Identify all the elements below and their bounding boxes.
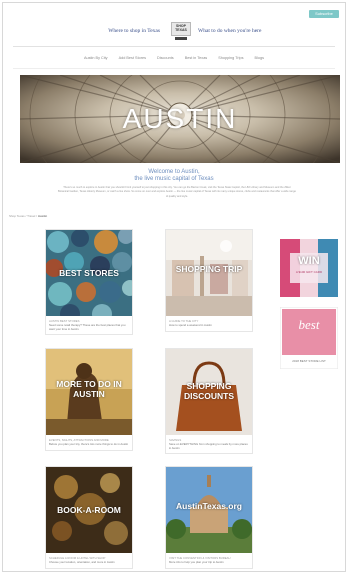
card-image[interactable]: MORE TO DO IN AUSTIN: [46, 349, 132, 435]
nav-item-austin-by-city[interactable]: Austin By City: [84, 56, 108, 66]
nav-item-discounts[interactable]: Discounts: [157, 56, 174, 66]
page-frame: Subscribe Where to shop in Texas SHOP TE…: [2, 2, 346, 572]
ad-title: WIN: [298, 255, 320, 267]
card-overlay-title: AustinTexas.org: [176, 501, 242, 511]
breadcrumb-current: Austin: [37, 214, 48, 218]
site-logo[interactable]: SHOP TEXAS: [169, 21, 193, 41]
header-divider: [13, 46, 335, 47]
ad-title: best: [298, 317, 320, 332]
card-description: Save on EVERYTHING from shopping to meal…: [169, 442, 248, 450]
nav-item-add-best-stores[interactable]: Add Best Stores: [119, 56, 146, 66]
tagline-right: What to do when you're here: [198, 28, 262, 34]
logo-text: SHOP TEXAS: [175, 24, 187, 32]
tagline-left: Where to shop in Texas: [108, 28, 160, 34]
sidebar-ad-giveaway[interactable]: WIN A $100 GIFT CARD: [280, 239, 338, 297]
card-image[interactable]: SHOPPING DISCOUNTS: [166, 349, 252, 435]
nav-item-blogs[interactable]: Blogs: [255, 56, 265, 66]
card-description: Need some retail therapy? These are the …: [49, 323, 126, 331]
card-overlay-title: BOOK-A-ROOM: [57, 505, 121, 515]
welcome-heading: Welcome to Austin, the live music capita…: [3, 169, 345, 183]
breadcrumb-path[interactable]: Shop Texas / Travel /: [9, 214, 37, 218]
hero-title: AUSTIN: [122, 103, 238, 134]
breadcrumb: Shop Texas / Travel / Austin: [9, 214, 47, 218]
card-description: Choose your location, orientation, and m…: [49, 560, 115, 564]
card-shopping-discounts[interactable]: SHOPPING DISCOUNTS SAVINGS Save on EVERY…: [165, 348, 253, 454]
card-description: Before you plan your trip, there's lots …: [49, 442, 129, 446]
card-book-a-room[interactable]: BOOK-A-ROOM SCHEDULE A ROOM & HOTEL WITH…: [45, 466, 133, 569]
ad-subtitle: A $100 GIFT CARD: [295, 270, 323, 274]
card-shopping-trip[interactable]: SHOPPING TRIP A GUIDE TO THE CITY How to…: [165, 229, 253, 332]
card-image[interactable]: SHOPPING TRIP: [166, 230, 252, 316]
ad-subtitle: 2018 BEST STORE LIST: [292, 359, 326, 363]
card-image[interactable]: AustinTexas.org: [166, 467, 252, 553]
nav-item-best-in-texas[interactable]: Best in Texas: [185, 56, 208, 66]
brand-header: Where to shop in Texas SHOP TEXAS What t…: [3, 21, 345, 41]
card-more-to-do[interactable]: MORE TO DO IN AUSTIN EVENTS, SIGHTS, ATT…: [45, 348, 133, 451]
card-overlay-title: SHOPPING TRIP: [175, 264, 243, 274]
subscribe-button[interactable]: Subscribe: [309, 10, 339, 18]
card-image[interactable]: BOOK-A-ROOM: [46, 467, 132, 553]
sidebar-ad-best-list[interactable]: best 2018 BEST STORE LIST: [280, 307, 338, 369]
card-austintexas-org[interactable]: AustinTexas.org VISIT THE CONVENTION & V…: [165, 466, 253, 569]
welcome-line-2: the live music capital of Texas: [134, 176, 214, 182]
hero-banner: AUSTIN: [20, 75, 340, 163]
card-image[interactable]: BEST STORES: [46, 230, 132, 316]
nav-divider: [13, 68, 335, 69]
card-overlay-title: MORE TO DO IN AUSTIN: [56, 379, 122, 399]
nav-item-shopping-trips[interactable]: Shopping Trips: [218, 56, 243, 66]
intro-paragraph: There's so much to explore in Austin tha…: [58, 186, 296, 198]
card-overlay-title: BEST STORES: [59, 268, 119, 278]
card-overlay-title: SHOPPING DISCOUNTS: [183, 381, 235, 401]
card-description: How to spend a weekend in Austin: [169, 323, 212, 327]
main-nav: Austin By City Add Best Stores Discounts…: [3, 56, 345, 66]
card-best-stores[interactable]: BEST STORES AUSTIN BEST STORES Need some…: [45, 229, 133, 335]
welcome-line-1: Welcome to Austin,: [148, 169, 200, 175]
card-description: More info to help you plan your trip to …: [169, 560, 224, 564]
